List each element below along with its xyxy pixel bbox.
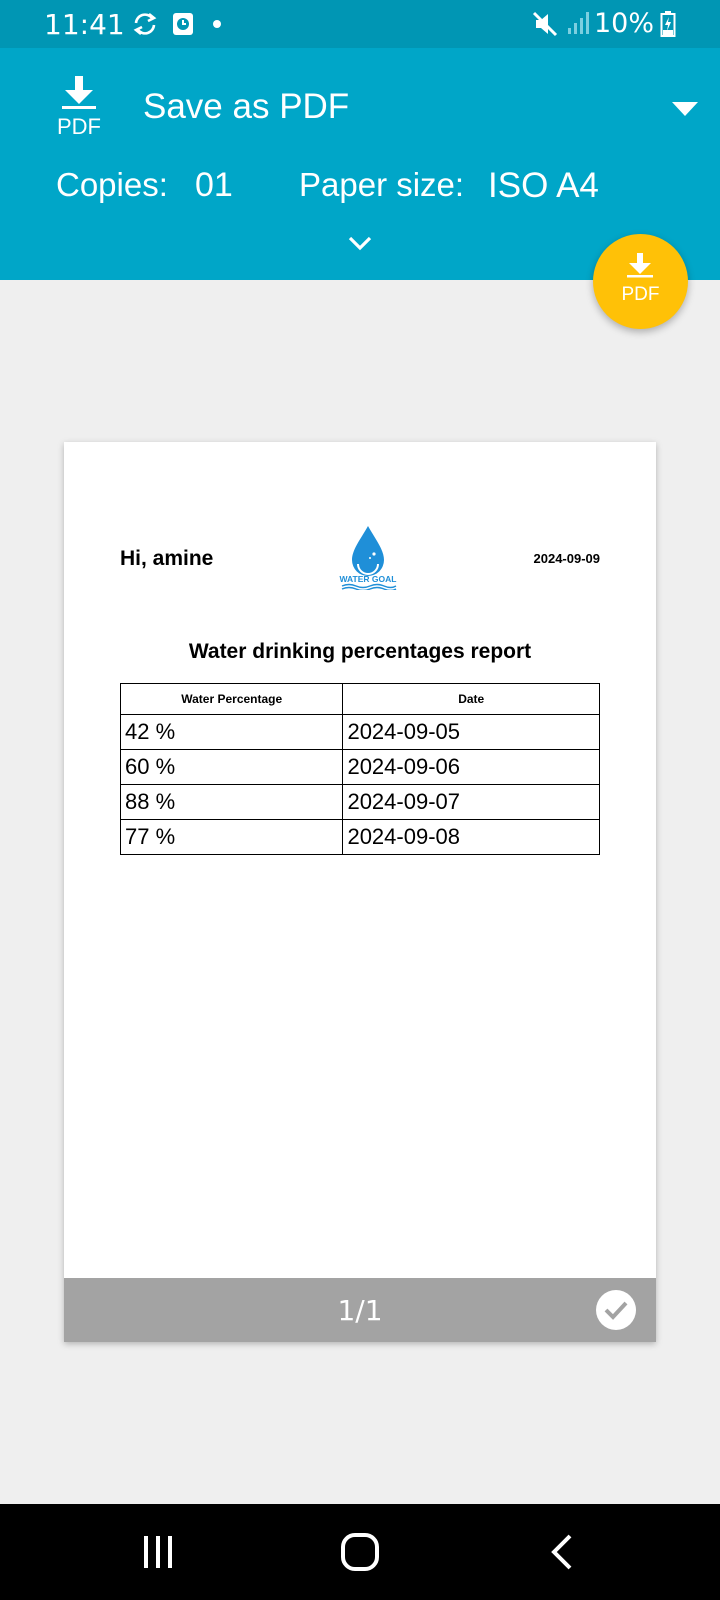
paper-size-label: Paper size:: [299, 166, 465, 203]
table-row: 88 % 2024-09-07: [119, 784, 600, 820]
table-row: 42 % 2024-09-05: [119, 714, 600, 750]
cell-date: 2024-09-08: [342, 819, 600, 855]
paper-size-value[interactable]: ISO A4: [488, 166, 599, 206]
cell-date: 2024-09-07: [342, 784, 600, 820]
expand-options-icon[interactable]: [346, 233, 374, 253]
column-header-date: Date: [342, 683, 600, 715]
page-select-checkbox[interactable]: [596, 1290, 636, 1330]
column-header-water-percentage: Water Percentage: [119, 683, 344, 715]
report-date: 2024-09-09: [533, 551, 601, 566]
status-time: 11:41: [44, 8, 125, 41]
pdf-download-icon: PDF: [57, 76, 101, 139]
alarm-app-icon: [173, 13, 193, 35]
recent-apps-icon[interactable]: [140, 1532, 176, 1572]
dropdown-arrow-icon[interactable]: [670, 98, 700, 120]
copies-value[interactable]: 01: [195, 166, 233, 205]
fab-label: PDF: [621, 284, 660, 305]
sync-icon: [133, 12, 157, 36]
water-drop-logo-icon: WATER GOAL: [340, 526, 397, 590]
cell-date: 2024-09-06: [342, 749, 600, 785]
page-preview[interactable]: Hi, amine WATER GOAL 2024-09-09 Water dr…: [64, 442, 656, 1342]
report-title: Water drinking percentages report: [188, 640, 532, 663]
home-icon[interactable]: [340, 1532, 380, 1572]
notification-dot-icon: [213, 20, 221, 28]
table-row: 60 % 2024-09-06: [119, 749, 600, 785]
copies-label: Copies:: [56, 166, 168, 203]
download-pdf-button[interactable]: PDF: [593, 234, 688, 329]
svg-text:PDF: PDF: [57, 114, 101, 139]
checkmark-icon: [604, 1301, 628, 1320]
page-footer: 1/1: [64, 1278, 656, 1342]
table-row: 77 % 2024-09-08: [119, 819, 600, 855]
page-indicator: 1/1: [337, 1294, 383, 1327]
cell-percentage: 60 %: [119, 749, 344, 785]
back-icon[interactable]: [548, 1532, 576, 1572]
signal-icon: [568, 12, 589, 34]
cell-date: 2024-09-05: [342, 714, 600, 750]
table-header-row: Water Percentage Date: [119, 683, 600, 715]
destination-title[interactable]: Save as PDF: [143, 87, 349, 127]
status-bar: 11:41 10%: [0, 0, 720, 48]
mute-icon: [532, 11, 558, 37]
report-table: Water Percentage Date 42 % 2024-09-05 60…: [119, 683, 600, 855]
battery-charging-icon: [660, 11, 676, 37]
navigation-bar: [0, 1504, 720, 1600]
cell-percentage: 77 %: [119, 819, 344, 855]
greeting: Hi, amine: [120, 547, 214, 570]
logo-text: WATER GOAL: [340, 574, 397, 584]
battery-percent: 10%: [593, 8, 654, 39]
cell-percentage: 88 %: [119, 784, 344, 820]
cell-percentage: 42 %: [119, 714, 344, 750]
